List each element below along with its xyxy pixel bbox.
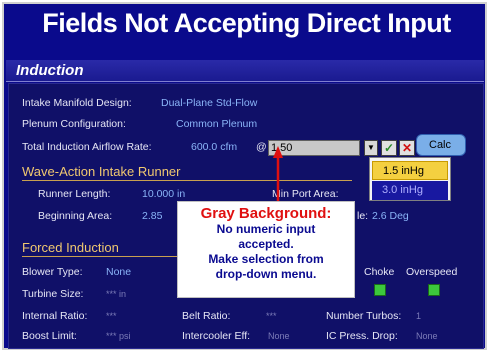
airflow-label: Total Induction Airflow Rate: <box>22 141 152 153</box>
boost-limit-value[interactable]: *** psi <box>106 331 131 341</box>
chevron-down-icon: ▼ <box>367 143 375 152</box>
plenum-label: Plenum Configuration: <box>22 118 126 130</box>
page-title: Fields Not Accepting Direct Input <box>42 8 451 38</box>
runner-length-label: Runner Length: <box>38 188 111 200</box>
intake-manifold-value[interactable]: Dual-Plane Std-Flow <box>161 97 257 109</box>
ic-press-drop-label: IC Press. Drop: <box>326 330 398 342</box>
intake-manifold-label: Intake Manifold Design: <box>22 97 132 109</box>
annotation-callout: Gray Background: No numeric input accept… <box>177 201 355 298</box>
cancel-button[interactable]: ✕ <box>399 140 415 156</box>
callout-line-2: accepted. <box>238 237 294 251</box>
intercooler-value[interactable]: None <box>268 331 290 341</box>
internal-ratio-value[interactable]: *** <box>106 311 117 321</box>
dropdown-option-1[interactable]: 1.5 inHg <box>372 161 448 180</box>
accept-button[interactable]: ✓ <box>381 140 397 156</box>
wave-action-divider <box>22 180 352 181</box>
blower-type-label: Blower Type: <box>22 266 83 278</box>
window-frame: Fields Not Accepting Direct Input Induct… <box>2 2 487 350</box>
callout-arrow-icon <box>273 146 283 204</box>
belt-ratio-value[interactable]: *** <box>266 311 277 321</box>
wave-action-title: Wave-Action Intake Runner <box>22 164 181 179</box>
callout-line-3: Make selection from <box>208 252 324 266</box>
forced-induction-divider <box>22 256 182 257</box>
number-turbos-label: Number Turbos: <box>326 310 402 322</box>
internal-ratio-label: Internal Ratio: <box>22 310 88 322</box>
boost-limit-label: Boost Limit: <box>22 330 77 342</box>
calc-button[interactable]: Calc <box>416 134 466 156</box>
choke-label: Choke <box>364 266 395 278</box>
dropdown-button[interactable]: ▼ <box>364 140 378 156</box>
blower-type-value[interactable]: None <box>106 266 131 278</box>
turbine-size-label: Turbine Size: <box>22 288 84 300</box>
taper-angle-label: le: <box>357 210 369 222</box>
pressure-dropdown-menu: 1.5 inHg 3.0 inHg <box>369 157 451 201</box>
at-symbol: @ <box>256 141 267 153</box>
plenum-value[interactable]: Common Plenum <box>176 118 257 130</box>
callout-heading: Gray Background: <box>200 205 332 222</box>
number-turbos-value[interactable]: 1 <box>416 311 421 321</box>
belt-ratio-label: Belt Ratio: <box>182 310 231 322</box>
taper-angle-value[interactable]: 2.6 Deg <box>372 210 409 222</box>
turbine-size-value[interactable]: *** in <box>106 289 126 299</box>
forced-induction-title: Forced Induction <box>22 240 119 255</box>
section-header-induction: Induction <box>6 60 484 82</box>
close-icon: ✕ <box>401 141 413 155</box>
overspeed-checkbox[interactable] <box>428 284 440 296</box>
beginning-area-value[interactable]: 2.85 <box>142 210 162 222</box>
overspeed-label: Overspeed <box>406 266 458 278</box>
choke-checkbox[interactable] <box>374 284 386 296</box>
checkmark-icon: ✓ <box>383 141 395 155</box>
callout-line-1: No numeric input <box>216 222 316 236</box>
dropdown-option-2[interactable]: 3.0 inHg <box>372 181 448 200</box>
intercooler-label: Intercooler Eff: <box>182 330 251 342</box>
ic-press-drop-value[interactable]: None <box>416 331 438 341</box>
callout-line-4: drop-down menu. <box>215 267 317 281</box>
runner-length-value[interactable]: 10.000 in <box>142 188 185 200</box>
airflow-value: 600.0 cfm <box>191 141 238 153</box>
beginning-area-label: Beginning Area: <box>38 210 113 222</box>
